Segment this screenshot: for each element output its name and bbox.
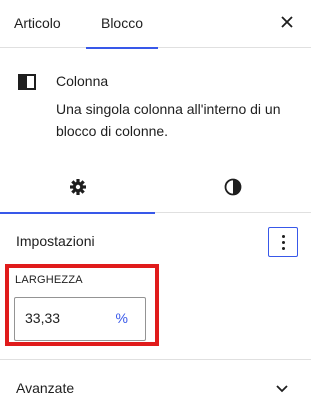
settings-options-button[interactable]	[268, 227, 298, 257]
gear-icon	[69, 179, 86, 195]
width-unit-selector[interactable]: %	[116, 310, 128, 326]
kebab-dot	[282, 241, 285, 244]
sidebar-tabs: Articolo Blocco	[0, 0, 311, 49]
tab-styles[interactable]	[155, 165, 311, 213]
block-description: Una singola colonna all'interno di un bl…	[56, 101, 281, 139]
tab-settings[interactable]	[0, 165, 155, 214]
block-title: Colonna	[56, 73, 109, 89]
width-field[interactable]: %	[14, 297, 146, 341]
advanced-panel-toggle[interactable]: Avanzate	[16, 380, 74, 396]
close-button[interactable]	[277, 12, 297, 32]
tab-blocco[interactable]: Blocco	[86, 0, 158, 49]
width-input[interactable]	[25, 310, 105, 326]
kebab-dot	[282, 247, 285, 250]
close-icon	[281, 16, 293, 28]
block-inspector-tabs	[0, 165, 311, 214]
chevron-down-icon[interactable]	[274, 380, 290, 396]
active-tab-indicator	[86, 47, 158, 49]
half-circle-icon	[224, 178, 242, 196]
settings-panel-title: Impostazioni	[16, 233, 95, 249]
tab-articolo[interactable]: Articolo	[14, 0, 61, 48]
kebab-dot	[282, 235, 285, 238]
width-label: LARGHEZZA	[15, 274, 83, 286]
active-inner-tab-indicator	[0, 212, 155, 214]
column-icon	[18, 74, 36, 90]
tab-blocco-label: Blocco	[100, 15, 144, 31]
panel-divider	[0, 359, 311, 360]
